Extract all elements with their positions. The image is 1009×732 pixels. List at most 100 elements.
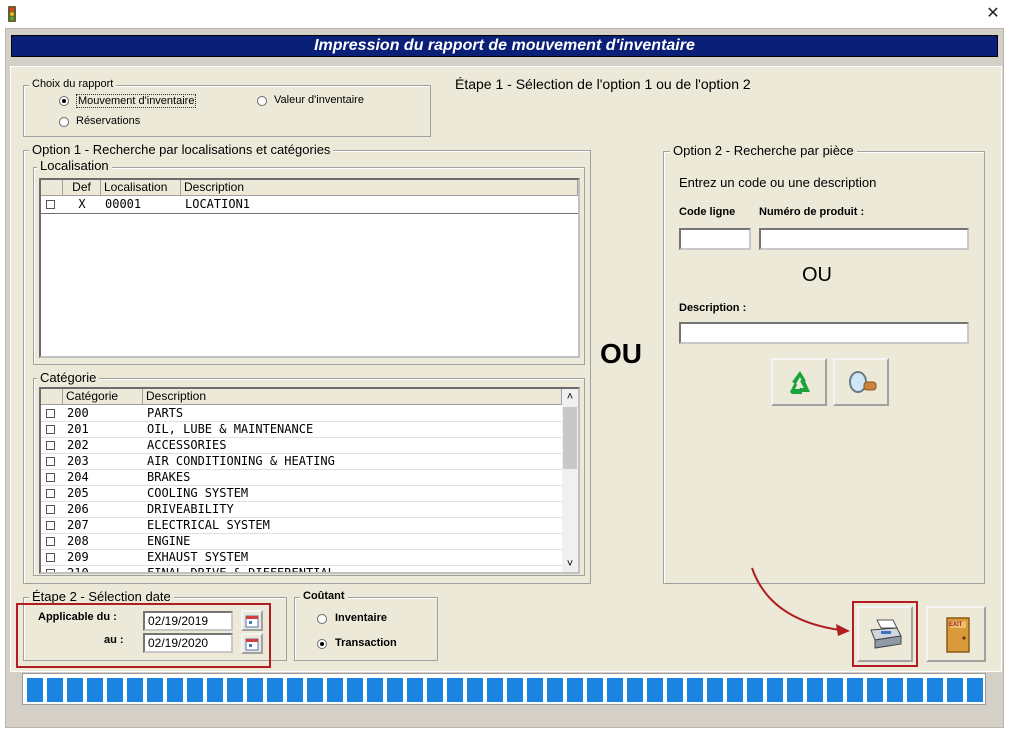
date-to-input[interactable] (143, 633, 233, 653)
radio-mouvement-label[interactable]: Mouvement d'inventaire (76, 94, 197, 108)
description-input[interactable] (679, 322, 969, 344)
code-ligne-input[interactable] (679, 228, 751, 250)
progress-segment (527, 678, 543, 702)
recycle-icon (785, 368, 815, 401)
category-row-checkbox[interactable] (46, 425, 55, 434)
date-to-picker-button[interactable] (241, 633, 263, 654)
product-number-label: Numéro de produit : (759, 206, 865, 218)
progress-segment (567, 678, 583, 702)
category-row-code: 209 (67, 550, 89, 564)
calendar-icon (245, 637, 259, 654)
window-title: Impression du rapport de mouvement d'inv… (314, 37, 695, 54)
category-row-checkbox[interactable] (46, 521, 55, 530)
report-choice-group (23, 85, 431, 137)
location-legend: Localisation (37, 158, 112, 173)
search-button[interactable] (833, 358, 889, 406)
location-grid: Def Localisation Description X 00001 LOC… (39, 178, 580, 358)
category-legend: Catégorie (37, 370, 100, 385)
progress-segment (187, 678, 203, 702)
category-row-description: AIR CONDITIONING & HEATING (147, 454, 335, 468)
date-to-label: au : (104, 634, 124, 646)
cost-group (294, 597, 438, 661)
print-button[interactable] (857, 606, 913, 662)
annotation-arrow (751, 567, 850, 636)
category-row-description: ENGINE (147, 534, 191, 548)
radio-reservations-label[interactable]: Réservations (76, 115, 140, 127)
scroll-thumb[interactable] (563, 407, 577, 469)
progress-segment (287, 678, 303, 702)
location-header-def: Def (63, 180, 101, 196)
option1-legend: Option 1 - Recherche par localisations e… (29, 142, 334, 157)
progress-segment (487, 678, 503, 702)
location-row-checkbox[interactable] (46, 200, 55, 209)
product-number-input[interactable] (759, 228, 969, 250)
close-button[interactable]: ✕ (985, 4, 1001, 24)
category-row-description: FINAL DRIVE & DIFFERENTIAL (147, 566, 335, 574)
category-row-code: 205 (67, 486, 89, 500)
category-row-code: 206 (67, 502, 89, 516)
category-row-checkbox[interactable] (46, 553, 55, 562)
radio-transaction-label[interactable]: Transaction (335, 637, 397, 649)
category-row-checkbox[interactable] (46, 569, 55, 572)
code-ligne-label: Code ligne (679, 206, 736, 218)
date-from-picker-button[interactable] (241, 610, 263, 631)
exit-button[interactable]: EXIT (926, 606, 986, 662)
radio-mouvement[interactable] (59, 96, 69, 106)
radio-inventaire-label[interactable]: Inventaire (335, 612, 387, 624)
progress-bar (22, 673, 986, 705)
progress-segment (27, 678, 43, 702)
date-from-input[interactable] (143, 611, 233, 631)
progress-segment (607, 678, 623, 702)
ou-separator: OU (600, 338, 642, 369)
progress-segment (707, 678, 723, 702)
progress-segment (347, 678, 363, 702)
progress-segment (127, 678, 143, 702)
category-row-checkbox[interactable] (46, 489, 55, 498)
progress-segment (407, 678, 423, 702)
category-row-checkbox[interactable] (46, 409, 55, 418)
radio-inventaire[interactable] (317, 614, 327, 624)
scroll-up-button[interactable]: ˄ (562, 389, 578, 405)
category-row-checkbox[interactable] (46, 457, 55, 466)
printer-icon (869, 618, 903, 653)
title-bar (0, 0, 1009, 28)
calendar-icon (245, 614, 259, 631)
radio-transaction[interactable] (317, 639, 327, 649)
category-row-code: 200 (67, 406, 89, 420)
cost-legend: Coûtant (300, 590, 348, 602)
step2-legend: Étape 2 - Sélection date (29, 589, 174, 604)
progress-segment (67, 678, 83, 702)
progress-segment (107, 678, 123, 702)
progress-segment (167, 678, 183, 702)
progress-segment (727, 678, 743, 702)
radio-reservations[interactable] (59, 117, 69, 127)
progress-segment (207, 678, 223, 702)
category-header-select (41, 389, 63, 405)
progress-segment (447, 678, 463, 702)
category-row-code: 210 (67, 566, 89, 574)
category-row-description: OIL, LUBE & MAINTENANCE (147, 422, 314, 436)
scroll-down-button[interactable]: ˅ (562, 556, 578, 572)
radio-valeur[interactable] (257, 96, 267, 106)
radio-valeur-label[interactable]: Valeur d'inventaire (274, 94, 364, 106)
progress-segment (427, 678, 443, 702)
category-row-description: PARTS (147, 406, 184, 420)
category-row-checkbox[interactable] (46, 441, 55, 450)
category-row-checkbox[interactable] (46, 473, 55, 482)
category-row-code: 207 (67, 518, 89, 532)
category-row-description: BRAKES (147, 470, 191, 484)
progress-segment (367, 678, 383, 702)
category-row-checkbox[interactable] (46, 505, 55, 514)
progress-segment (547, 678, 563, 702)
progress-segment (507, 678, 523, 702)
progress-segment (247, 678, 263, 702)
progress-segment (867, 678, 883, 702)
category-header-description: Description (143, 389, 562, 405)
category-row-description: COOLING SYSTEM (147, 486, 249, 500)
exit-label: EXIT (949, 622, 963, 628)
reset-button[interactable] (771, 358, 827, 406)
option2-ou: OU (802, 264, 832, 286)
category-row-checkbox[interactable] (46, 537, 55, 546)
location-header-code: Localisation (101, 180, 181, 196)
progress-segment (847, 678, 863, 702)
